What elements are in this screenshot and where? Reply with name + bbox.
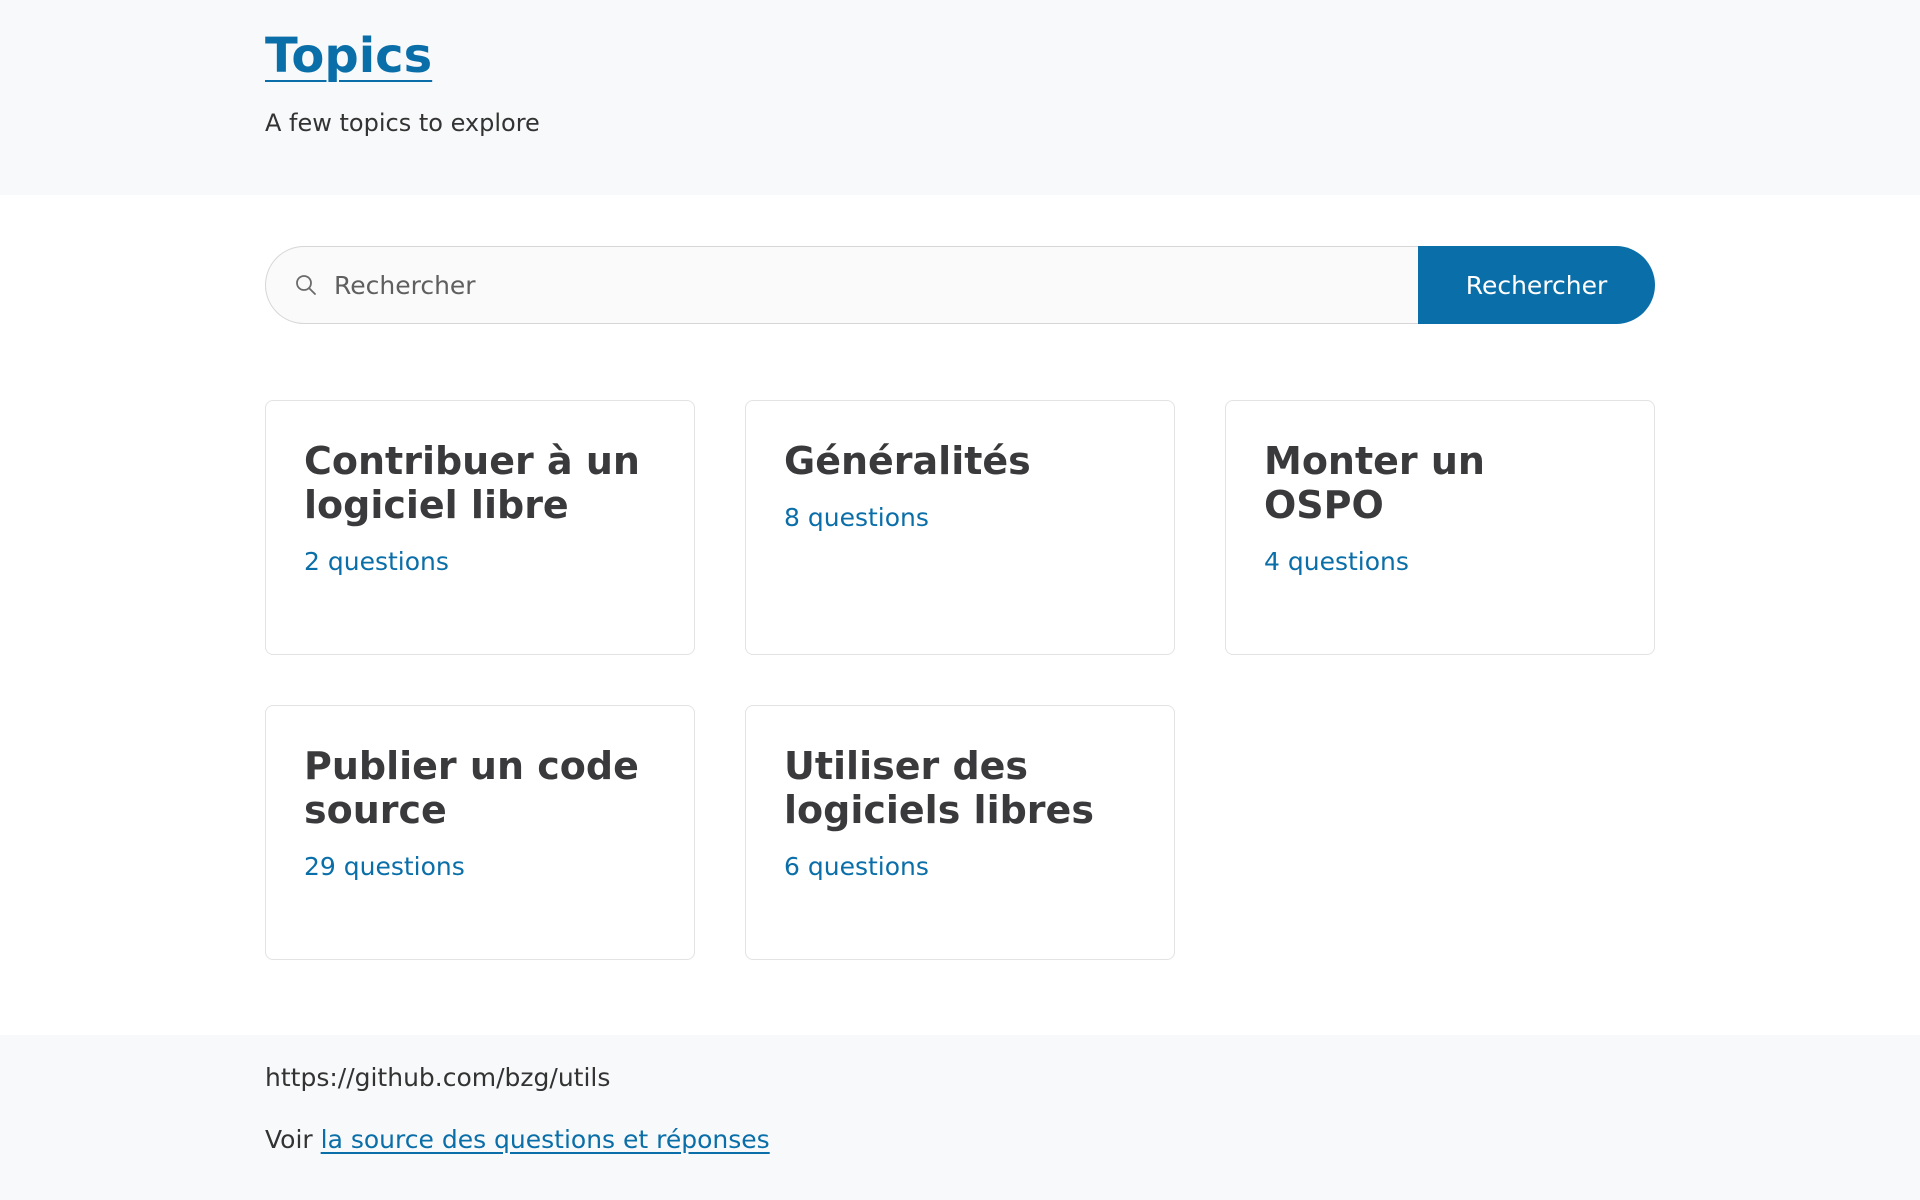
topic-question-count[interactable]: 8 questions xyxy=(784,501,929,535)
search-button[interactable]: Rechercher xyxy=(1418,246,1655,324)
footer-source-link[interactable]: la source des questions et réponses xyxy=(321,1125,770,1154)
search-bar: Rechercher xyxy=(265,246,1655,324)
footer-repo-url: https://github.com/bzg/utils xyxy=(265,1063,611,1092)
topic-title: Utiliser des logiciels libres xyxy=(784,744,1094,832)
page-title[interactable]: Topics xyxy=(265,26,432,86)
topic-title: Généralités xyxy=(784,439,1031,483)
topic-question-count[interactable]: 29 questions xyxy=(304,850,465,884)
page-header: Topics A few topics to explore xyxy=(0,0,1920,195)
main-content: Rechercher Contribuer à un logiciel libr… xyxy=(265,246,1655,960)
topics-grid: Contribuer à un logiciel libre 2 questio… xyxy=(265,400,1655,960)
topic-card[interactable]: Généralités 8 questions xyxy=(745,400,1175,655)
topic-card[interactable]: Utiliser des logiciels libres 6 question… xyxy=(745,705,1175,960)
page-subtitle: A few topics to explore xyxy=(265,109,540,137)
topic-question-count[interactable]: 2 questions xyxy=(304,545,449,579)
search-input[interactable] xyxy=(332,246,1418,324)
topic-question-count[interactable]: 4 questions xyxy=(1264,545,1409,579)
search-icon xyxy=(294,273,318,297)
topic-card[interactable]: Contribuer à un logiciel libre 2 questio… xyxy=(265,400,695,655)
topic-title: Contribuer à un logiciel libre xyxy=(304,439,640,527)
topic-title: Monter un OSPO xyxy=(1264,439,1485,527)
page-footer: https://github.com/bzg/utils Voir la sou… xyxy=(0,1035,1920,1200)
topic-card[interactable]: Monter un OSPO 4 questions xyxy=(1225,400,1655,655)
search-field[interactable] xyxy=(265,246,1418,324)
topic-question-count[interactable]: 6 questions xyxy=(784,850,929,884)
topic-card[interactable]: Publier un code source 29 questions xyxy=(265,705,695,960)
topic-title: Publier un code source xyxy=(304,744,639,832)
footer-source-prefix: Voir xyxy=(265,1125,313,1154)
footer-source-line: Voir la source des questions et réponses xyxy=(265,1123,1920,1157)
